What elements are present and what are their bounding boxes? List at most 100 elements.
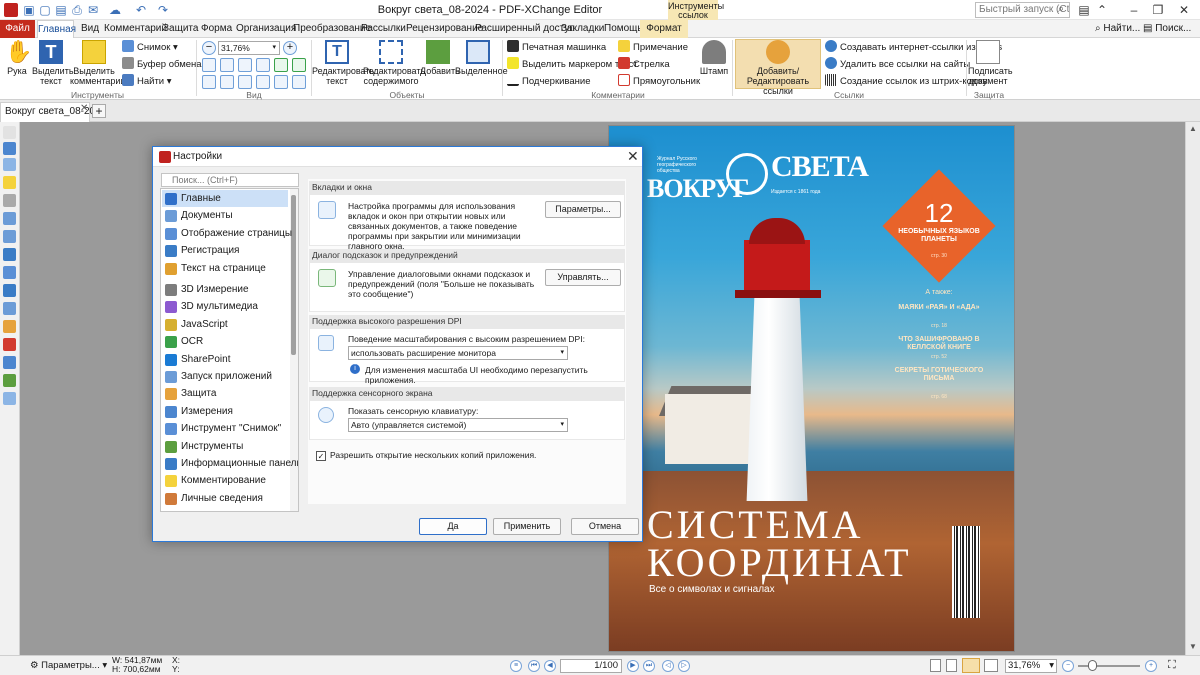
zoom-out-icon[interactable]: −: [202, 41, 216, 55]
find-button[interactable]: ⌕ Найти...: [1095, 20, 1140, 38]
settings-category-item[interactable]: Текст на странице: [162, 260, 288, 277]
actual-size-icon[interactable]: [202, 58, 216, 72]
zoom-in-icon[interactable]: +: [283, 41, 297, 55]
settings-category-item[interactable]: Регистрация: [162, 242, 288, 259]
new-icon[interactable]: ▢: [38, 3, 52, 17]
first-page-icon[interactable]: ⏮: [528, 660, 540, 672]
settings-category-item[interactable]: Инструменты: [162, 438, 288, 455]
app-icon[interactable]: [4, 3, 18, 17]
vertical-scrollbar[interactable]: ▲ ▼: [1185, 122, 1200, 655]
settings-category-item[interactable]: Запуск приложений: [162, 368, 288, 385]
find-ribbon-button[interactable]: Найти ▾: [122, 74, 172, 89]
two-page-view-icon[interactable]: [962, 658, 980, 673]
edit-content-button[interactable]: Редактировать содержимого: [363, 40, 425, 86]
scroll-up-icon[interactable]: ▲: [1189, 124, 1197, 133]
settings-category-item[interactable]: Инструмент "Снимок": [162, 420, 288, 437]
properties-panel-icon[interactable]: [3, 248, 16, 261]
print-icon[interactable]: ⎙: [70, 3, 84, 17]
status-params-button[interactable]: ⚙ Параметры... ▾: [30, 660, 107, 671]
tab-review[interactable]: Рецензирование: [406, 20, 483, 38]
tab-convert[interactable]: Преобразование: [293, 20, 371, 38]
close-icon[interactable]: ✕: [1176, 2, 1192, 18]
minimize-icon[interactable]: –: [1126, 2, 1142, 18]
rotate-left-icon[interactable]: [274, 58, 288, 72]
status-zoom-in-icon[interactable]: +: [1145, 660, 1157, 672]
tab-home[interactable]: Главная: [37, 20, 76, 38]
snapshot-button[interactable]: Снимок ▾: [122, 40, 178, 55]
comments-panel-icon[interactable]: [3, 176, 16, 189]
selected-button[interactable]: Выделенное: [455, 40, 508, 76]
tab-file[interactable]: Файл: [0, 20, 35, 38]
email-icon[interactable]: ✉: [86, 3, 100, 17]
select-text-button[interactable]: T Выделить текст: [32, 40, 74, 86]
tab-protect[interactable]: Защита: [163, 20, 198, 38]
status-zoom-select[interactable]: 31,76% ▾: [1005, 659, 1057, 673]
note-button[interactable]: Примечание: [618, 40, 688, 55]
fit-page-icon[interactable]: [220, 58, 234, 72]
navigation-menu-icon[interactable]: ≡: [510, 660, 522, 672]
collapse-ribbon-icon[interactable]: ⌃: [1094, 2, 1110, 18]
search-panel-icon[interactable]: [3, 356, 16, 369]
rotate-right-icon[interactable]: [292, 58, 306, 72]
apply-button[interactable]: Применить: [493, 518, 561, 535]
tab-view[interactable]: Вид: [81, 20, 99, 38]
search-button[interactable]: ▤ Поиск...: [1143, 20, 1191, 38]
tab-share[interactable]: Расширенный доступ: [475, 20, 575, 38]
settings-category-list[interactable]: Главные Документы Отображение страницы Реги…: [160, 188, 299, 512]
close-tab-icon[interactable]: ✕: [80, 103, 88, 114]
last-page-icon[interactable]: ⏭: [643, 660, 655, 672]
continuous-page-icon[interactable]: [946, 659, 957, 672]
settings-search-input[interactable]: Поиск... (Ctrl+F): [161, 173, 299, 187]
select-comments-button[interactable]: Выделить комментарии: [70, 40, 125, 86]
layers-panel-icon[interactable]: [3, 212, 16, 225]
tab-organize[interactable]: Организация: [236, 20, 296, 38]
edit-text-button[interactable]: T Редактировать текст: [312, 40, 374, 86]
arrow-button[interactable]: Стрелка: [618, 57, 670, 72]
back-view-icon[interactable]: ◁: [662, 660, 674, 672]
settings-category-item[interactable]: Документы: [162, 207, 288, 224]
document-tab[interactable]: Вокруг света_08-2024: [0, 102, 106, 122]
fit-width-icon[interactable]: [238, 58, 252, 72]
new-tab-button[interactable]: +: [92, 104, 106, 118]
category-scrollbar-thumb[interactable]: [291, 195, 296, 355]
multiple-instances-checkbox[interactable]: ✓: [316, 451, 326, 461]
open-folder-icon[interactable]: ▣: [22, 3, 36, 17]
delete-links-button[interactable]: Удалить все ссылки на сайты: [825, 57, 970, 72]
two-page-continuous-icon[interactable]: [984, 659, 998, 672]
measure-panel-icon[interactable]: [3, 338, 16, 351]
status-zoom-out-icon[interactable]: −: [1062, 660, 1074, 672]
settings-category-item[interactable]: Личные сведения: [162, 490, 288, 507]
settings-category-item[interactable]: Информационные панели: [162, 455, 298, 472]
ribbon-toggle-icon[interactable]: ▤: [1076, 2, 1092, 18]
attachments-panel-icon[interactable]: [3, 194, 16, 207]
fit-visible-icon[interactable]: [256, 58, 270, 72]
tags-panel-icon[interactable]: [3, 374, 16, 387]
settings-category-item[interactable]: JavaScript: [162, 316, 288, 333]
tab-format[interactable]: Формат: [640, 20, 688, 38]
ok-button[interactable]: Да: [419, 518, 487, 535]
cloud-icon[interactable]: ☁: [108, 3, 122, 17]
content-panel-icon[interactable]: [3, 230, 16, 243]
barcode-links-button[interactable]: Создание ссылок из штрих-кодов: [825, 74, 988, 89]
settings-category-item[interactable]: Комментирование: [162, 472, 288, 489]
fullscreen-icon[interactable]: ⛶: [1168, 659, 1176, 672]
dialog-close-icon[interactable]: ✕: [627, 148, 639, 165]
image-icon[interactable]: [274, 75, 288, 89]
settings-category-item[interactable]: OCR: [162, 333, 288, 350]
tab-comment[interactable]: Комментарий: [104, 20, 167, 38]
next-page-icon[interactable]: ▶: [627, 660, 639, 672]
settings-category-item[interactable]: 3D мультимедиа: [162, 298, 288, 315]
tabs-parameters-button[interactable]: Параметры...: [545, 201, 621, 218]
settings-category-item[interactable]: Отображение страницы: [162, 225, 292, 242]
tab-form[interactable]: Форма: [201, 20, 232, 38]
forward-view-icon[interactable]: ▷: [678, 660, 690, 672]
bookmarks-panel-icon[interactable]: [3, 142, 16, 155]
links-panel-icon[interactable]: [3, 320, 16, 333]
previous-page-icon[interactable]: ◀: [544, 660, 556, 672]
stamp-button[interactable]: Штамп: [698, 40, 730, 76]
settings-category-item[interactable]: Главные: [162, 190, 288, 207]
quick-launch-input[interactable]: Быстрый запуск (Ctrl...: [975, 2, 1070, 18]
settings-category-item[interactable]: SharePoint: [162, 351, 288, 368]
search-icon[interactable]: ⌕: [1058, 3, 1064, 16]
page-number-input[interactable]: 1/100: [560, 659, 622, 673]
